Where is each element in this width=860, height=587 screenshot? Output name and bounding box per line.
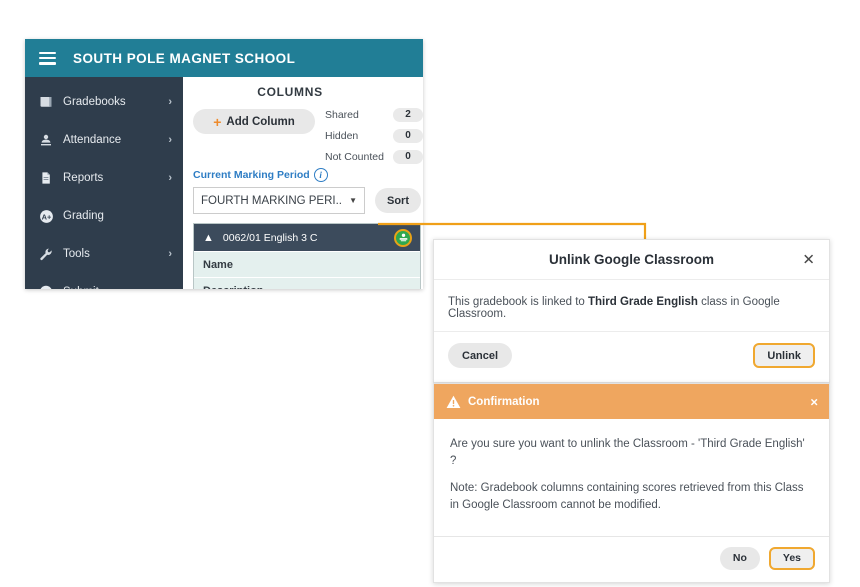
add-column-button[interactable]: + Add Column <box>193 109 315 134</box>
document-icon <box>38 170 54 186</box>
sidebar-item-label: Gradebooks <box>63 96 126 108</box>
sidebar-item-attendance[interactable]: Attendance › <box>25 121 183 159</box>
dialog-message-classname: Third Grade English <box>588 296 698 308</box>
chevron-right-icon: › <box>168 172 172 184</box>
sidebar-item-gradebooks[interactable]: Gradebooks › <box>25 83 183 121</box>
confirmation-body: Are you sure you want to unlink the Clas… <box>434 419 829 537</box>
confirmation-note: Note: Gradebook columns containing score… <box>450 482 804 512</box>
dialog-body: This gradebook is linked to Third Grade … <box>434 280 829 332</box>
columns-panel: COLUMNS + Add Column Shared 2 Hidden 0 N… <box>183 77 423 289</box>
grade-a-plus-icon: A+ <box>38 208 54 224</box>
check-circle-icon <box>38 284 54 289</box>
chevron-up-icon[interactable]: ▲ <box>203 232 214 244</box>
dialog-message-prefix: This gradebook is linked to <box>448 296 588 308</box>
no-button[interactable]: No <box>719 546 760 570</box>
app-header: SOUTH POLE MAGNET SCHOOL <box>25 39 423 77</box>
sidebar-item-label: Reports <box>63 172 104 184</box>
dialog-title: Unlink Google Classroom <box>548 252 715 267</box>
app-window: SOUTH POLE MAGNET SCHOOL Gradebooks › At… <box>25 39 423 289</box>
table-row[interactable]: Description <box>194 277 420 289</box>
gradebook-card-title: 0062/01 English 3 C <box>222 231 318 244</box>
wrench-icon <box>38 246 54 262</box>
svg-text:A+: A+ <box>41 212 51 221</box>
chevron-right-icon: › <box>168 96 172 108</box>
add-column-label: Add Column <box>226 115 295 128</box>
book-icon <box>38 94 54 110</box>
sidebar-item-label: Attendance <box>63 134 122 146</box>
sidebar-item-submit[interactable]: Submit <box>25 273 183 289</box>
marking-period-value: FOURTH MARKING PERI.. <box>201 194 342 207</box>
app-body: Gradebooks › Attendance › Reports › A+ G… <box>25 77 423 289</box>
confirmation-footer: No Yes <box>434 537 829 582</box>
close-icon[interactable]: ✕ <box>802 252 815 267</box>
confirmation-header: Confirmation × <box>434 384 829 419</box>
stat-row-shared: Shared 2 <box>325 104 423 125</box>
app-title: SOUTH POLE MAGNET SCHOOL <box>73 50 296 66</box>
gradebook-card-header[interactable]: ▲ 0062/01 English 3 C <box>194 224 420 251</box>
stat-badge: 2 <box>393 107 423 122</box>
close-icon[interactable]: × <box>810 395 818 408</box>
yes-button[interactable]: Yes <box>768 546 815 570</box>
column-stats-list: Shared 2 Hidden 0 Not Counted 0 <box>325 104 423 167</box>
sidebar-item-tools[interactable]: Tools › <box>25 235 183 273</box>
sidebar: Gradebooks › Attendance › Reports › A+ G… <box>25 77 183 289</box>
confirmation-dialog: Confirmation × Are you sure you want to … <box>433 383 830 583</box>
sort-button[interactable]: Sort <box>375 188 421 213</box>
stat-label: Not Counted <box>325 150 384 163</box>
stat-row-not-counted: Not Counted 0 <box>325 146 423 167</box>
sidebar-item-label: Tools <box>63 248 90 260</box>
sidebar-item-grading[interactable]: A+ Grading <box>25 197 183 235</box>
google-classroom-linked-icon[interactable] <box>394 228 412 247</box>
chevron-down-icon: ▼ <box>349 196 357 205</box>
marking-period-select[interactable]: FOURTH MARKING PERI.. ▼ <box>193 187 365 214</box>
confirmation-title: Confirmation <box>468 395 540 408</box>
stat-label: Shared <box>325 108 359 121</box>
stat-badge: 0 <box>393 128 423 143</box>
warning-triangle-icon <box>446 395 461 409</box>
dialog-header: Unlink Google Classroom ✕ <box>434 240 829 280</box>
columns-toolbar: + Add Column Shared 2 Hidden 0 Not Count… <box>183 99 423 167</box>
marking-period-row: FOURTH MARKING PERI.. ▼ Sort <box>193 187 423 214</box>
gradebook-card: ▲ 0062/01 English 3 C Name Description <box>193 223 421 289</box>
info-icon[interactable]: i <box>313 168 328 182</box>
attendance-icon <box>38 132 54 148</box>
sidebar-item-reports[interactable]: Reports › <box>25 159 183 197</box>
sidebar-item-label: Submit <box>63 286 172 289</box>
stat-label: Hidden <box>325 129 359 142</box>
dialog-footer: Cancel Unlink <box>434 332 829 382</box>
cancel-button[interactable]: Cancel <box>448 343 513 368</box>
confirmation-question: Are you sure you want to unlink the Clas… <box>450 438 805 467</box>
chevron-right-icon: › <box>168 248 172 260</box>
unlink-button[interactable]: Unlink <box>753 343 815 368</box>
hamburger-icon[interactable] <box>39 51 56 65</box>
current-marking-period-link[interactable]: Current Marking Period i <box>193 168 423 182</box>
chevron-right-icon: › <box>168 134 172 146</box>
plus-icon: + <box>213 113 222 130</box>
current-marking-period-label: Current Marking Period <box>193 169 310 181</box>
stat-badge: 0 <box>393 149 423 164</box>
table-row[interactable]: Name <box>194 251 420 277</box>
columns-panel-title: COLUMNS <box>257 85 323 99</box>
sidebar-item-label: Grading <box>63 210 104 222</box>
stat-row-hidden: Hidden 0 <box>325 125 423 146</box>
unlink-google-classroom-dialog: Unlink Google Classroom ✕ This gradebook… <box>433 239 830 383</box>
